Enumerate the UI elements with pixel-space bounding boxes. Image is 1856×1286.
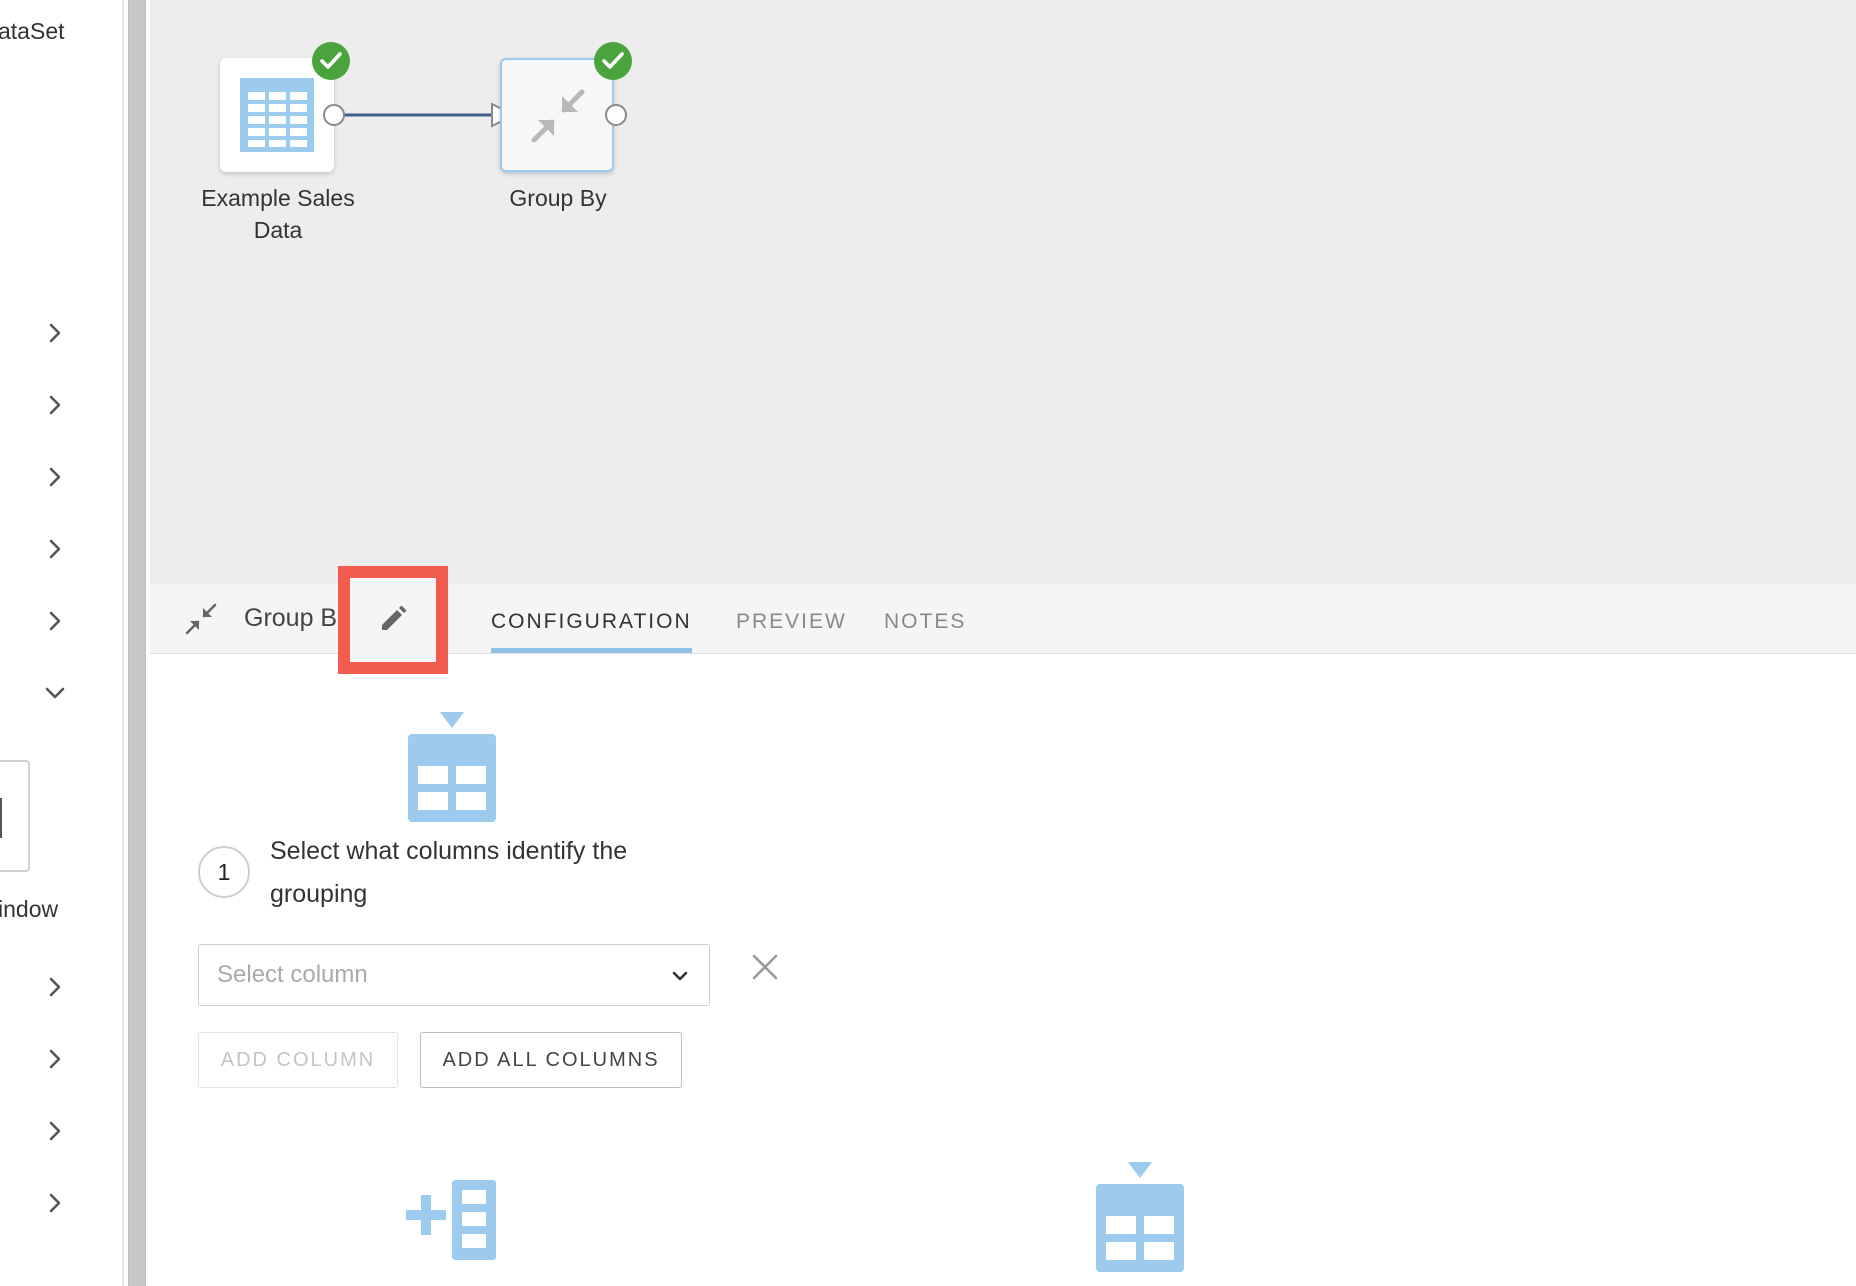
left-sidebar: ataSet indow (0, 0, 124, 1286)
output-table-icon (1096, 1162, 1184, 1272)
sidebar-expand-chevron-icon[interactable] (42, 1190, 68, 1216)
workflow-canvas[interactable]: Example Sales Data Group By (150, 0, 1856, 584)
tab-notes[interactable]: NOTES (884, 610, 966, 634)
config-panel: Group B CONFIGURATION PREVIEW NOTES 1 Se… (150, 566, 1856, 1286)
edit-name-highlight (338, 566, 448, 674)
panel-splitter[interactable] (128, 0, 146, 1286)
table-icon (240, 78, 314, 152)
collapse-arrows-icon (531, 89, 585, 143)
success-check-icon (312, 42, 350, 80)
input-table-icon (408, 712, 496, 822)
add-column-illustration-icon (406, 1180, 496, 1260)
sidebar-expand-chevron-icon[interactable] (42, 1118, 68, 1144)
sidebar-expand-chevron-icon[interactable] (42, 320, 68, 346)
tile-name-title[interactable]: Group B (244, 604, 340, 633)
node-connector (344, 102, 517, 128)
column-select-dropdown[interactable]: Select column (198, 944, 710, 1006)
sidebar-expand-chevron-icon[interactable] (42, 608, 68, 634)
add-all-columns-button[interactable]: ADD ALL COLUMNS (420, 1032, 682, 1088)
sidebar-tile-card[interactable] (0, 760, 30, 872)
remove-close-icon[interactable] (748, 950, 782, 984)
config-panel-header: Group B CONFIGURATION PREVIEW NOTES (150, 566, 1856, 674)
output-port[interactable] (323, 104, 345, 126)
sidebar-expand-chevron-icon[interactable] (42, 392, 68, 418)
sidebar-clipped-window-label: indow (0, 896, 59, 922)
add-column-button[interactable]: ADD COLUMN (198, 1032, 398, 1088)
sidebar-expand-chevron-icon[interactable] (42, 974, 68, 1000)
app-root: ataSet indow Example Sales Data Group By… (0, 0, 1856, 1286)
sidebar-expand-chevron-icon[interactable] (42, 464, 68, 490)
group-by-node[interactable] (500, 42, 632, 172)
sidebar-clipped-title: ataSet (0, 18, 65, 44)
dataset-node-label-line2: Data (253, 217, 303, 243)
column-select-placeholder: Select column (217, 961, 368, 988)
dataset-node-label-line1: Example Sales (201, 185, 355, 211)
chevron-down-icon (672, 971, 688, 981)
tab-preview[interactable]: PREVIEW (736, 610, 847, 634)
active-tab-indicator (491, 648, 692, 653)
tab-configuration[interactable]: CONFIGURATION (491, 610, 692, 634)
sidebar-expand-chevron-icon[interactable] (42, 1046, 68, 1072)
dataset-node[interactable] (220, 42, 350, 172)
sidebar-collapse-chevron-down-icon[interactable] (42, 680, 68, 706)
step-number-badge: 1 (198, 846, 250, 898)
collapse-arrows-icon (185, 603, 217, 635)
dataset-node-label: Example Sales Data (190, 182, 366, 246)
pencil-edit-icon[interactable] (372, 600, 412, 640)
group-by-node-label: Group By (509, 185, 607, 211)
output-port[interactable] (605, 104, 627, 126)
success-check-icon (594, 42, 632, 80)
sidebar-expand-chevron-icon[interactable] (42, 536, 68, 562)
step-instructions: Select what columns identify the groupin… (270, 837, 628, 908)
